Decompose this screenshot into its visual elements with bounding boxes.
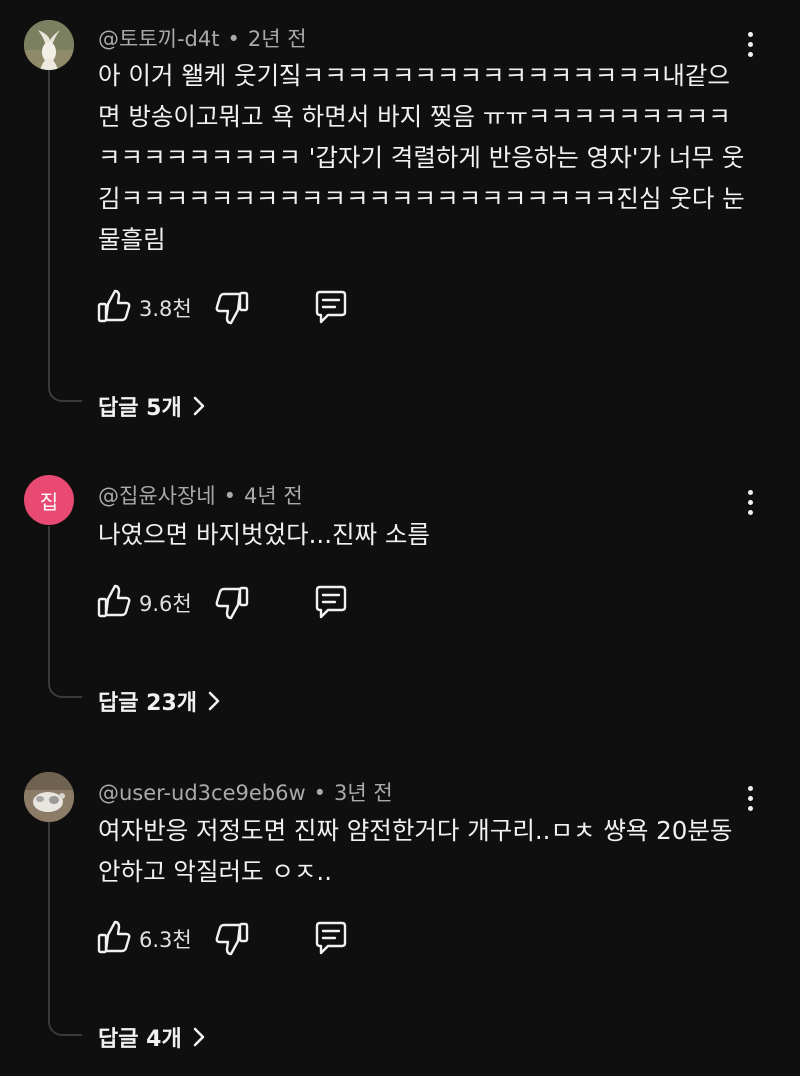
more-dot bbox=[747, 805, 753, 811]
comment-time[interactable]: 2년 전 bbox=[248, 27, 307, 51]
avatar[interactable] bbox=[24, 772, 74, 822]
reply-button[interactable] bbox=[312, 287, 350, 327]
dislike-button[interactable] bbox=[214, 918, 250, 958]
comment-text: 아 이거 왤케 웃기짘ㅋㅋㅋㅋㅋㅋㅋㅋㅋㅋㅋㅋㅋㅋㅋㅋ내같으면 방송이고뭐고 욕… bbox=[98, 61, 745, 254]
reply-button[interactable] bbox=[312, 582, 350, 622]
chevron-right-icon bbox=[193, 396, 204, 416]
comment-actions: 9.6천 bbox=[96, 582, 496, 622]
thread-line bbox=[48, 822, 82, 1036]
like-count: 9.6천 bbox=[139, 592, 192, 616]
replies-toggle-button[interactable]: 답글 23개 bbox=[98, 685, 221, 717]
comment-meta: @토토끼-d4t • 2년 전 bbox=[98, 23, 307, 53]
meta-separator: • bbox=[223, 484, 236, 508]
replies-count-label: 답글 5개 bbox=[98, 396, 182, 421]
comment-text: 여자반응 저정도면 진짜 얌전한거다 개구리..ㅁㅊ 썅욕 20분동안하고 악질… bbox=[98, 816, 733, 886]
like-count: 3.8천 bbox=[139, 297, 192, 321]
reply-bubble-icon bbox=[315, 290, 347, 324]
more-dot bbox=[747, 499, 753, 505]
more-vertical-icon bbox=[747, 489, 753, 495]
reply-bubble-icon bbox=[315, 585, 347, 619]
replies-count-label: 답글 4개 bbox=[98, 1027, 182, 1052]
more-vertical-icon bbox=[747, 31, 753, 37]
more-dot bbox=[747, 795, 753, 801]
comment-actions: 3.8천 bbox=[96, 287, 496, 327]
like-button[interactable] bbox=[96, 582, 132, 622]
comment-text: 나였으면 바지벗었다...진짜 소름 bbox=[98, 520, 430, 549]
chevron-right-icon bbox=[193, 1027, 204, 1047]
more-dot bbox=[747, 51, 753, 57]
author-name[interactable]: @토토끼-d4t bbox=[98, 27, 219, 51]
animal-photo-avatar-icon bbox=[24, 772, 74, 822]
comment-meta: @집윤사장네 • 4년 전 bbox=[98, 480, 303, 510]
author-name[interactable]: @집윤사장네 bbox=[98, 484, 216, 508]
author-name[interactable]: @user-ud3ce9eb6w bbox=[98, 781, 306, 805]
comment-time[interactable]: 3년 전 bbox=[334, 781, 393, 805]
comment-actions: 6.3천 bbox=[96, 918, 496, 958]
replies-toggle-button[interactable]: 답글 5개 bbox=[98, 390, 206, 422]
reply-button[interactable] bbox=[312, 918, 350, 958]
reply-bubble-icon bbox=[315, 921, 347, 955]
like-button[interactable] bbox=[96, 918, 132, 958]
more-vertical-icon bbox=[747, 785, 753, 791]
thumbs-up-icon bbox=[97, 584, 131, 618]
thumbs-down-icon bbox=[215, 922, 249, 956]
thumbs-up-icon bbox=[97, 920, 131, 954]
replies-count-label: 답글 23개 bbox=[98, 691, 197, 716]
like-count: 6.3천 bbox=[139, 928, 192, 952]
thumbs-down-icon bbox=[215, 291, 249, 325]
dislike-button[interactable] bbox=[214, 582, 250, 622]
avatar-initial: 집 bbox=[39, 489, 59, 514]
meta-separator: • bbox=[227, 27, 240, 51]
like-button[interactable] bbox=[96, 287, 132, 327]
dislike-button[interactable] bbox=[214, 287, 250, 327]
comment-meta: @user-ud3ce9eb6w • 3년 전 bbox=[98, 777, 393, 807]
meta-separator: • bbox=[313, 781, 327, 805]
comment-time[interactable]: 4년 전 bbox=[244, 484, 303, 508]
thumbs-up-icon bbox=[97, 289, 131, 323]
thread-line bbox=[48, 526, 82, 698]
more-dot bbox=[747, 509, 753, 515]
chevron-right-icon bbox=[208, 691, 220, 711]
replies-toggle-button[interactable]: 답글 4개 bbox=[98, 1021, 206, 1053]
more-dot bbox=[747, 41, 753, 47]
avatar[interactable] bbox=[24, 20, 74, 70]
avatar[interactable]: 집 bbox=[24, 475, 74, 525]
goat-avatar-icon bbox=[24, 20, 74, 70]
thread-line bbox=[48, 68, 82, 402]
thumbs-down-icon bbox=[215, 586, 249, 620]
